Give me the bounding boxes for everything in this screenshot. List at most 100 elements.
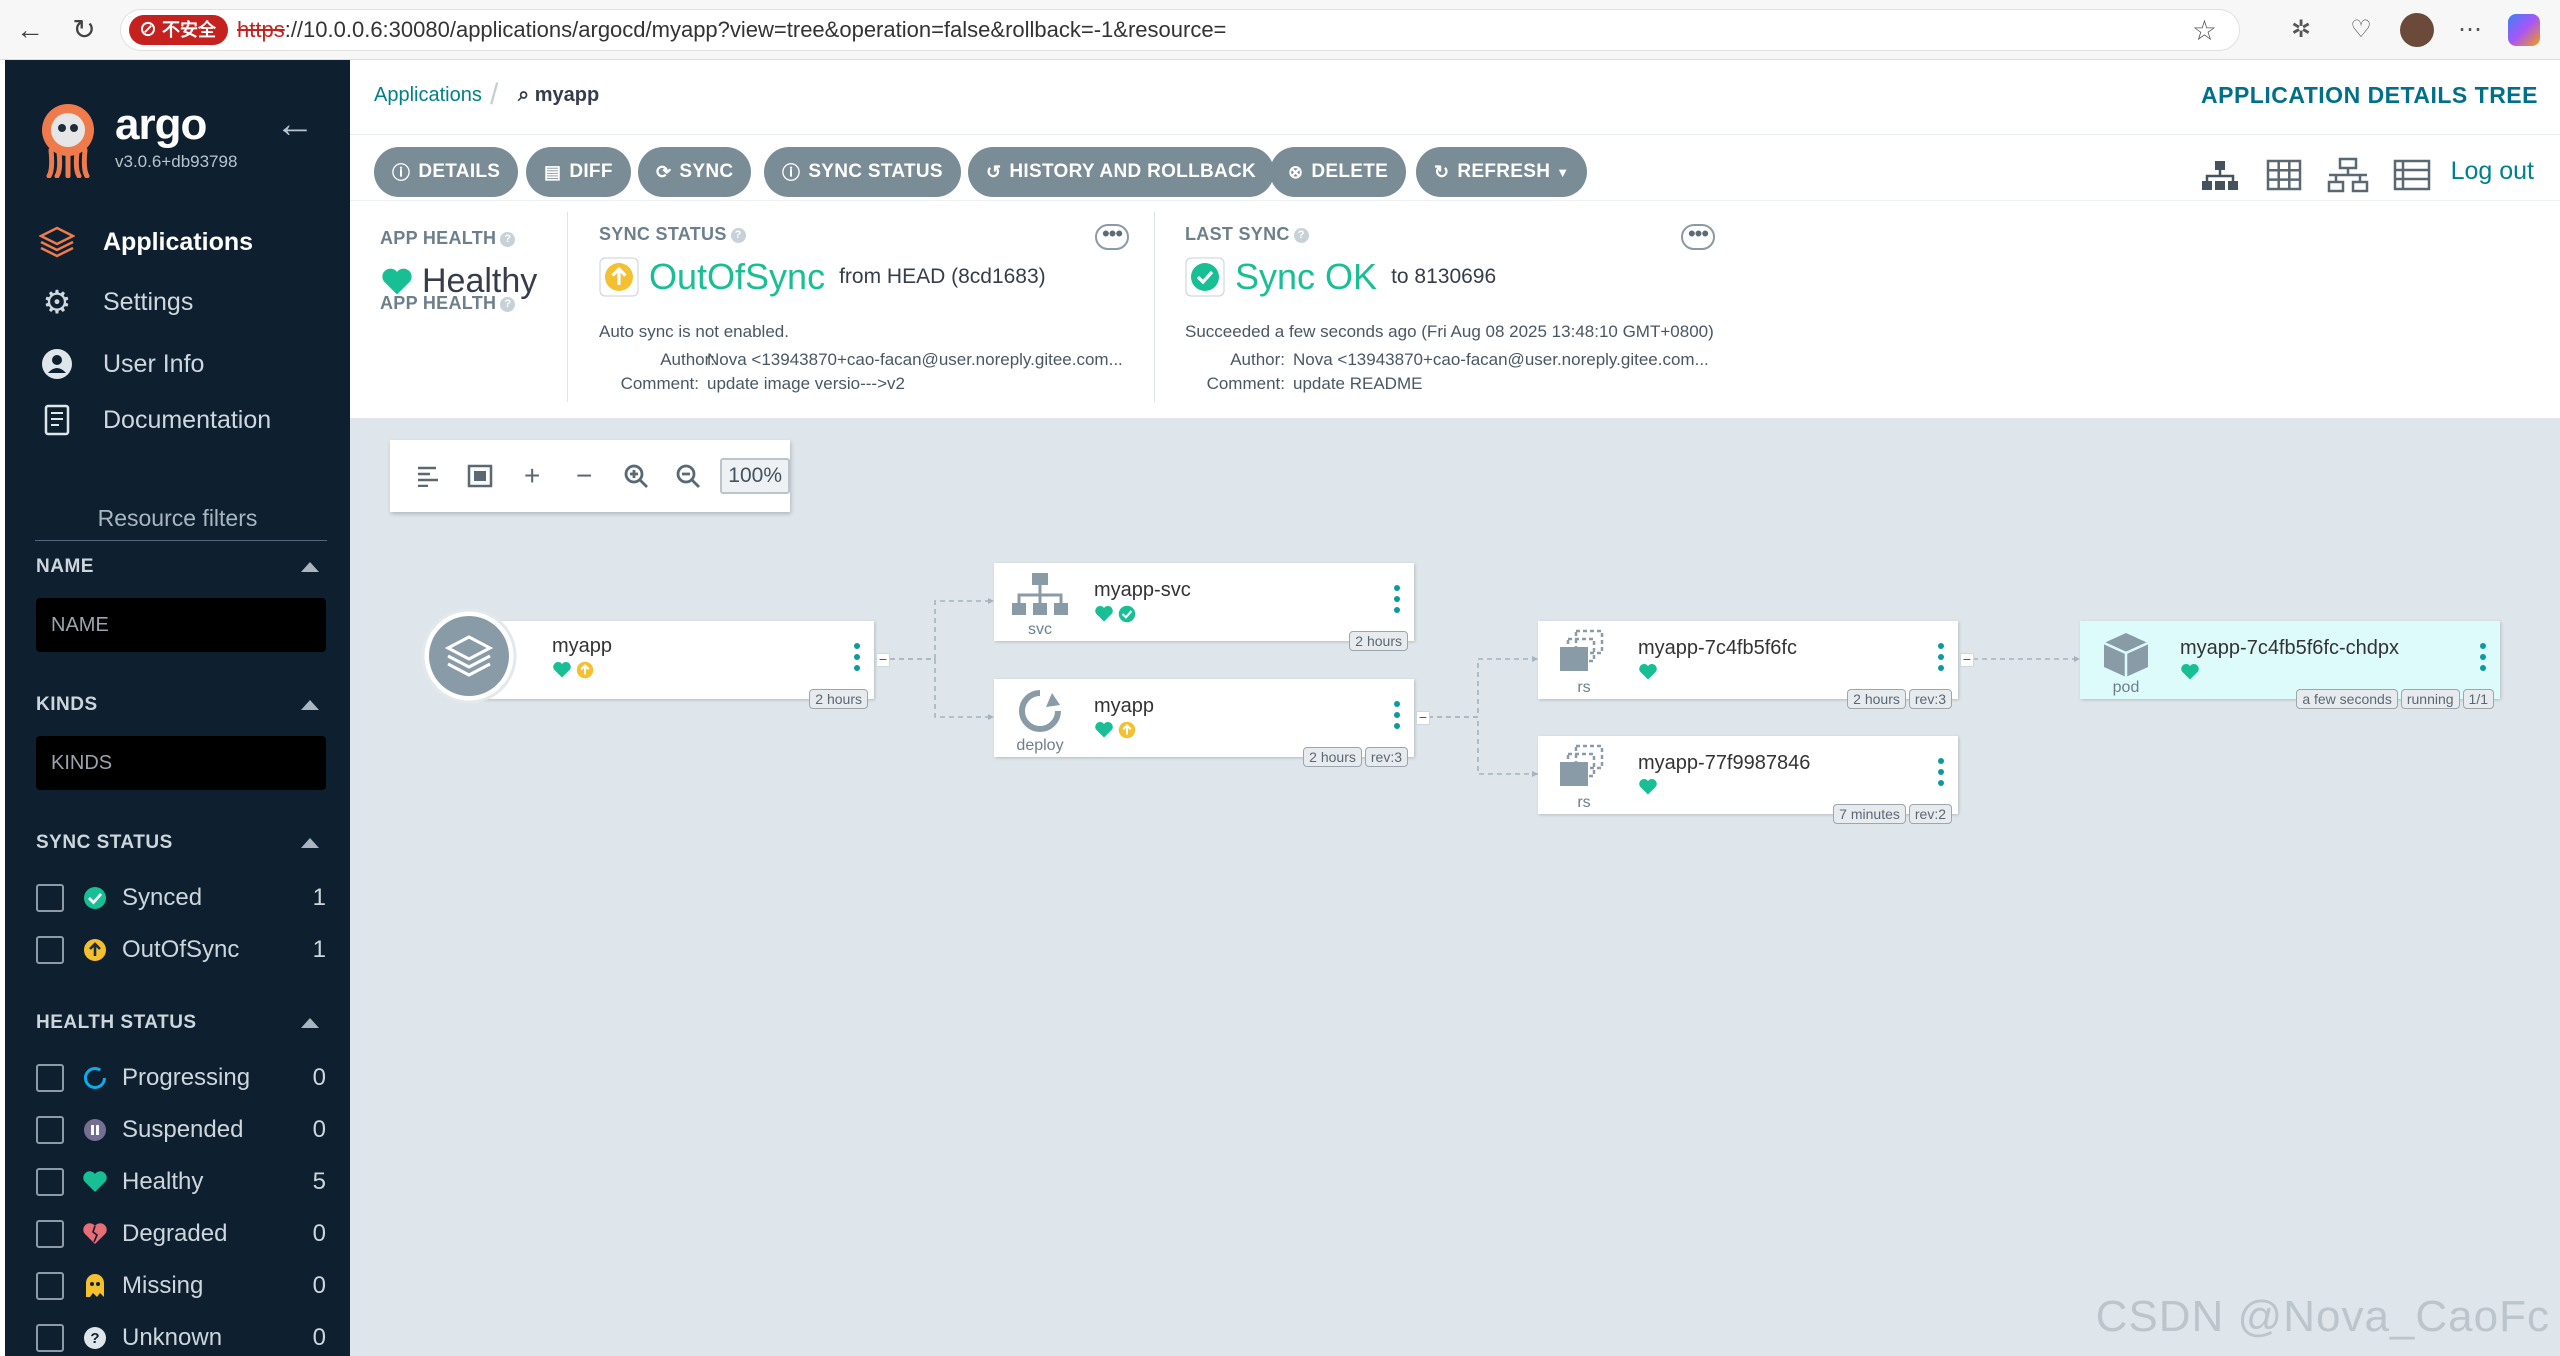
age-tag: 2 hours (809, 689, 868, 709)
collapse-minus-icon[interactable]: − (558, 456, 610, 496)
node-tags: 2 hours (809, 689, 868, 709)
node-kind-label: rs (1577, 794, 1591, 811)
last-sync-more-button[interactable]: ••• (1681, 223, 1715, 250)
history-icon: ↺ (986, 161, 1002, 182)
network-view-icon[interactable] (2326, 155, 2370, 195)
filter-healthy[interactable]: Healthy 5 (36, 1164, 326, 1200)
collapse-node-icon[interactable]: − (1960, 652, 1974, 667)
sync-button[interactable]: ⟳ SYNC (638, 147, 752, 197)
name-filter-input[interactable] (36, 598, 326, 652)
profile-avatar[interactable] (2400, 13, 2434, 47)
history-rollback-button[interactable]: ↺ HISTORY AND ROLLBACK (968, 147, 1275, 197)
replicaset-icon (1560, 629, 1604, 671)
collapse-caret-icon[interactable] (301, 1018, 319, 1028)
checkbox[interactable] (36, 936, 64, 964)
tree-view-icon[interactable] (2198, 155, 2242, 195)
heart-icon (553, 661, 571, 678)
checkbox[interactable] (36, 1272, 64, 1300)
author-label: Author: (1230, 350, 1285, 369)
star-icon[interactable]: ☆ (2192, 14, 2217, 47)
age-tag: a few seconds (2296, 689, 2398, 709)
back-icon[interactable]: ← (14, 14, 46, 46)
zoom-in-icon[interactable] (610, 456, 662, 496)
collapse-caret-icon[interactable] (301, 838, 319, 848)
health-status-filter-header[interactable]: HEALTH STATUS (36, 1012, 197, 1034)
logout-link[interactable]: Log out (2451, 157, 2534, 186)
copilot-icon[interactable] (2508, 14, 2540, 46)
kinds-filter-input[interactable] (36, 736, 326, 790)
collapse-caret-icon[interactable] (301, 562, 319, 572)
collapse-caret-icon[interactable] (301, 700, 319, 710)
collapse-node-icon[interactable]: − (1416, 710, 1430, 725)
reload-icon[interactable]: ↻ (68, 14, 100, 46)
graph-node-replicaset[interactable]: rs myapp-77f9987846 7 minutes rev:2 (1538, 736, 1958, 824)
graph-node-replicaset[interactable]: rs myapp-7c4fb5f6fc − 2 hours rev:3 (1538, 621, 1974, 709)
caret-down-icon: ▼ (1556, 164, 1570, 180)
help-icon[interactable]: ? (1293, 227, 1309, 243)
address-bar[interactable]: ⊘ 不安全 https://10.0.0.6:30080/application… (120, 9, 2240, 51)
zoom-out-icon[interactable] (662, 456, 714, 496)
sync-status-filter-header[interactable]: SYNC STATUS (36, 832, 173, 854)
filter-count: 0 (312, 1116, 326, 1143)
name-filter-header[interactable]: NAME (36, 556, 94, 578)
more-icon[interactable]: ⋯ (2454, 14, 2486, 46)
node-menu-icon[interactable] (2480, 643, 2486, 673)
kinds-filter-header[interactable]: KINDS (36, 694, 98, 716)
help-icon[interactable]: ? (500, 231, 516, 247)
sync-status-button[interactable]: ⓘ SYNC STATUS (764, 147, 961, 197)
diff-button[interactable]: ▤ DIFF (526, 147, 631, 197)
checkbox[interactable] (36, 884, 64, 912)
list-view-icon[interactable] (2390, 155, 2434, 195)
graph-node-application[interactable]: myapp − 2 hours (421, 608, 890, 709)
node-menu-icon[interactable] (854, 643, 860, 673)
url-text[interactable]: https://10.0.0.6:30080/applications/argo… (237, 10, 1226, 50)
heart-icon (1095, 721, 1113, 738)
breadcrumb-applications[interactable]: Applications (374, 84, 482, 107)
filter-progressing[interactable]: Progressing 0 (36, 1060, 326, 1096)
node-tags: 2 hours rev:3 (1303, 747, 1408, 767)
align-left-icon[interactable] (402, 456, 454, 496)
graph-node-pod[interactable]: pod myapp-7c4fb5f6fc-chdpx a few seconds… (2080, 621, 2500, 709)
node-name: myapp-7c4fb5f6fc (1638, 637, 1797, 659)
filter-unknown[interactable]: ? Unknown 0 (36, 1320, 326, 1356)
zoom-level: 100% (720, 458, 790, 494)
filter-outofsync[interactable]: OutOfSync 1 (36, 932, 326, 968)
nav-applications[interactable]: Applications (39, 222, 253, 262)
nav-user-info[interactable]: User Info (39, 344, 204, 384)
nav-documentation[interactable]: Documentation (39, 400, 271, 440)
nav-settings[interactable]: ⚙ Settings (39, 282, 194, 322)
compact-view-icon[interactable] (454, 456, 506, 496)
comment-label: Comment: (1206, 374, 1285, 393)
extensions-icon[interactable]: ✲ (2285, 14, 2317, 46)
sync-status-more-button[interactable]: ••• (1095, 223, 1129, 250)
svg-text:?: ? (90, 1330, 99, 1347)
search-icon: ⌕ (518, 84, 535, 106)
refresh-button[interactable]: ↻ REFRESH ▼ (1416, 147, 1588, 197)
help-icon[interactable]: ? (730, 227, 746, 243)
node-menu-icon[interactable] (1394, 585, 1400, 615)
filter-missing[interactable]: Missing 0 (36, 1268, 326, 1304)
collapse-node-icon[interactable]: − (876, 652, 890, 667)
pod-cube-icon (2103, 633, 2149, 677)
checkbox[interactable] (36, 1168, 64, 1196)
checkbox[interactable] (36, 1116, 64, 1144)
checkbox[interactable] (36, 1064, 64, 1092)
node-status (552, 661, 594, 679)
node-menu-icon[interactable] (1394, 701, 1400, 731)
details-button[interactable]: ⓘ DETAILS (374, 147, 519, 197)
filter-degraded[interactable]: Degraded 0 (36, 1216, 326, 1252)
expand-plus-icon[interactable]: + (506, 456, 558, 496)
node-menu-icon[interactable] (1938, 758, 1944, 788)
filter-synced[interactable]: Synced 1 (36, 880, 326, 916)
insecure-badge[interactable]: ⊘ 不安全 (129, 15, 229, 45)
checkbox[interactable] (36, 1220, 64, 1248)
delete-button[interactable]: ⊗ DELETE (1270, 147, 1407, 197)
grid-view-icon[interactable] (2262, 155, 2306, 195)
graph-node-deployment[interactable]: deploy myapp − 2 hours rev:3 (994, 679, 1430, 767)
collapse-sidebar-icon[interactable]: ← (275, 102, 315, 147)
graph-node-service[interactable]: svc myapp-svc 2 hours (994, 563, 1414, 651)
filter-suspended[interactable]: Suspended 0 (36, 1112, 326, 1148)
health-icon[interactable]: ♡ (2345, 14, 2377, 46)
node-menu-icon[interactable] (1938, 643, 1944, 673)
checkbox[interactable] (36, 1324, 64, 1352)
